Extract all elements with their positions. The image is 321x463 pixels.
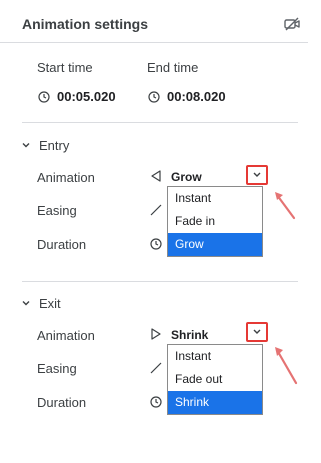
clock-icon xyxy=(148,91,160,103)
entry-animation-value[interactable]: Grow xyxy=(171,170,202,184)
exit-animation-menu: Instant Fade out Shrink xyxy=(167,344,263,415)
end-time-label: End time xyxy=(147,60,199,75)
timer-icon xyxy=(150,238,162,250)
end-time-value[interactable]: 00:08.020 xyxy=(167,89,226,104)
start-time-value[interactable]: 00:05.020 xyxy=(57,89,116,104)
entry-triangle-icon xyxy=(151,170,161,182)
easing-line-icon xyxy=(150,362,162,374)
exit-triangle-icon xyxy=(151,328,161,340)
header-divider xyxy=(0,42,308,43)
entry-animation-menu: Instant Fade in Grow xyxy=(167,186,263,257)
exit-easing-label: Easing xyxy=(37,361,77,376)
menu-item-selected[interactable]: Shrink xyxy=(168,391,262,414)
easing-line-icon xyxy=(150,204,162,216)
entry-animation-label: Animation xyxy=(37,170,95,185)
entry-section-header[interactable]: Entry xyxy=(39,138,69,153)
start-time-label: Start time xyxy=(37,60,93,75)
entry-easing-label: Easing xyxy=(37,203,77,218)
panel-title: Animation settings xyxy=(22,16,149,32)
chevron-down-icon xyxy=(253,329,261,334)
menu-item[interactable]: Fade in xyxy=(168,210,262,233)
entry-dropdown-button[interactable] xyxy=(246,165,268,185)
section-divider xyxy=(22,122,298,123)
menu-item[interactable]: Instant xyxy=(168,187,262,210)
exit-section-header[interactable]: Exit xyxy=(39,296,61,311)
camera-off-icon[interactable] xyxy=(284,17,300,31)
exit-dropdown-button[interactable] xyxy=(246,322,268,342)
clock-icon xyxy=(38,91,50,103)
exit-duration-label: Duration xyxy=(37,395,87,410)
timer-icon xyxy=(150,396,162,408)
menu-item[interactable]: Fade out xyxy=(168,368,262,391)
annotation-arrow-icon xyxy=(275,192,296,220)
chevron-down-icon[interactable] xyxy=(21,140,31,150)
entry-duration-label: Duration xyxy=(37,237,87,252)
exit-animation-value[interactable]: Shrink xyxy=(171,328,208,342)
chevron-down-icon xyxy=(253,172,261,177)
annotation-arrow-icon xyxy=(275,347,298,385)
menu-item-selected[interactable]: Grow xyxy=(168,233,262,256)
chevron-down-icon[interactable] xyxy=(21,298,31,308)
exit-animation-label: Animation xyxy=(37,328,95,343)
section-divider xyxy=(22,281,298,282)
menu-item[interactable]: Instant xyxy=(168,345,262,368)
